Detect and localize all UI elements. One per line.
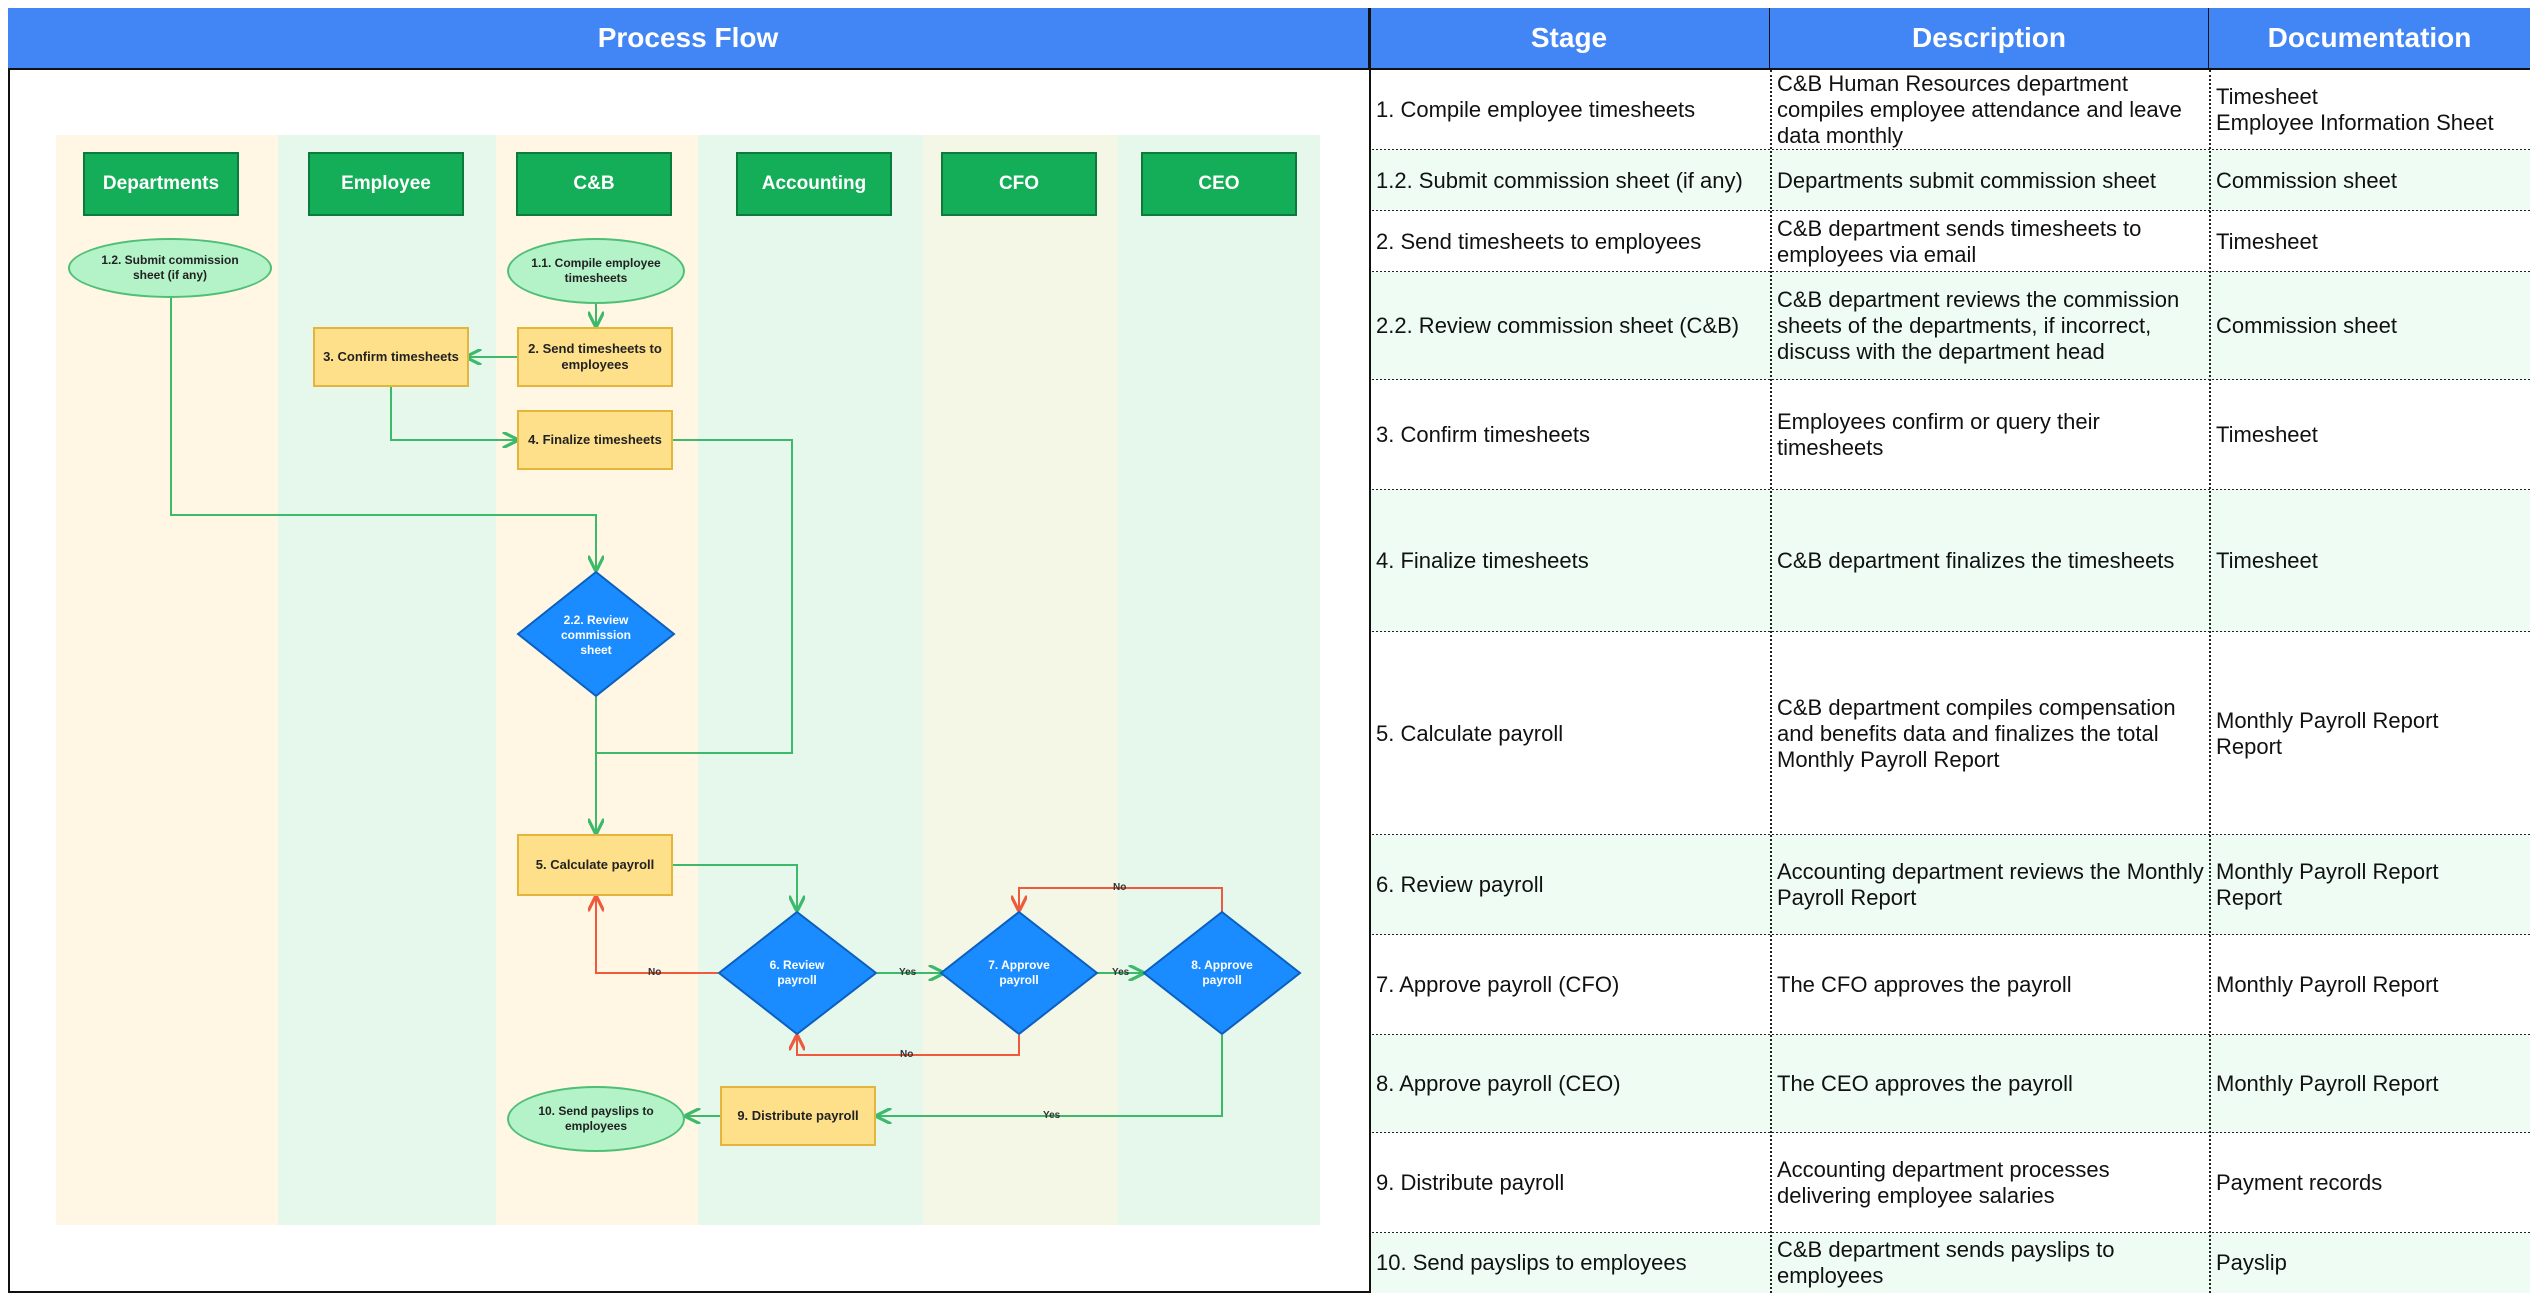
table-cell-stage: 2.2. Review commission sheet (C&B) [1376, 313, 1740, 338]
confirm-timesheets-process: 3. Confirm timesheets [313, 327, 469, 387]
table-cell-description: The CFO approves the payroll [1777, 972, 2072, 997]
table-cell-description: C&B department sends payslips to employe… [1777, 1237, 2115, 1288]
edge-label-no-review: No [648, 967, 662, 978]
table-cell-description: C&B department reviews the commission sh… [1777, 287, 2180, 364]
divider-flow-table [1369, 8, 1371, 1293]
table-cell-documentation: Monthly Payroll Report [2216, 972, 2439, 997]
edge-label-no-ceo: No [1113, 882, 1127, 893]
table-cell-description: Accounting department processes deliveri… [1777, 1157, 2110, 1208]
table-cell-documentation: Timesheet [2216, 548, 2318, 573]
table-cell-description: Departments submit commission sheet [1777, 167, 2157, 193]
table-cell-documentation: Commission sheet [2216, 313, 2397, 338]
review-commission-label: 2.2. Review commission sheet [560, 612, 632, 657]
table-cell-documentation: Monthly Payroll Report [2216, 1071, 2439, 1096]
finalize-timesheets-process: 4. Finalize timesheets [517, 410, 673, 470]
table-cell-stage: 1. Compile employee timesheets [1376, 97, 1696, 122]
table-cell-stage: 1.2. Submit commission sheet (if any) [1376, 167, 1743, 193]
approve-cfo-label: 7. Approve payroll [988, 958, 1050, 987]
table-cell-description: C&B Human Resources department compiles … [1777, 71, 2182, 148]
edge-label-yes-review: Yes [899, 967, 917, 978]
send-timesheets-process: 2. Send timesheets to employees [517, 327, 673, 387]
table-cell-description: The CEO approves the payroll [1777, 1071, 2073, 1096]
table-cell-stage: 6. Review payroll [1376, 872, 1544, 897]
table-cell-stage: 10. Send payslips to employees [1376, 1250, 1687, 1275]
edge-label-no-cfo: No [900, 1049, 914, 1060]
table-cell-description: C&B department sends timesheets to emplo… [1777, 215, 2142, 267]
table-cell-description: Accounting department reviews the Monthl… [1777, 859, 2204, 910]
edge-label-yes-ceo: Yes [1043, 1110, 1061, 1121]
table-cell-documentation: Timesheet Employee Information Sheet [2216, 84, 2494, 135]
table-cell-documentation: Timesheet [2216, 422, 2318, 447]
compile-timesheets-terminal: 1.1. Compile employee timesheets [507, 238, 685, 304]
table-cell-stage: 4. Finalize timesheets [1376, 548, 1589, 573]
approve-ceo-label: 8. Approve payroll [1191, 958, 1253, 987]
table-cell-documentation: Payslip [2216, 1250, 2287, 1275]
table-cell-stage: 9. Distribute payroll [1376, 1170, 1565, 1195]
edge-yes-ceo-to-distribute [877, 1035, 1223, 1116]
edge-no-review-to-calculate [596, 897, 718, 974]
distribute-payroll-process: 9. Distribute payroll [720, 1086, 876, 1146]
divider-desc-doc [2209, 70, 2211, 1293]
send-payslips-terminal: 10. Send payslips to employees [507, 1086, 685, 1152]
table-cell-documentation: Monthly Payroll Report Report [2216, 859, 2439, 910]
table-cell-description: C&B department finalizes the timesheets [1777, 548, 2175, 573]
table-cell-documentation: Payment records [2216, 1170, 2383, 1195]
edge-calculate-to-review-payroll [673, 864, 797, 910]
table-cell-documentation: Timesheet [2216, 228, 2318, 254]
table-cell-description: Employees confirm or query their timeshe… [1777, 409, 2100, 460]
table-cell-stage: 3. Confirm timesheets [1376, 422, 1590, 447]
submit-commission-terminal: 1.2. Submit commission sheet (if any) [68, 238, 272, 298]
table-cell-stage: 8. Approve payroll (CEO) [1376, 1071, 1621, 1096]
edge-confirm-to-finalize [390, 386, 517, 440]
edge-label-yes-cfo: Yes [1112, 967, 1130, 978]
table-cell-stage: 7. Approve payroll (CFO) [1376, 972, 1620, 997]
table-cell-documentation: Commission sheet [2216, 167, 2397, 193]
table-cell-description: C&B department compiles compensation and… [1777, 694, 2176, 772]
calculate-payroll-process: 5. Calculate payroll [517, 834, 673, 896]
table-cell-documentation: Monthly Payroll Report Report [2216, 707, 2439, 759]
table-cell-stage: 2. Send timesheets to employees [1376, 228, 1702, 254]
table-cell-stage: 5. Calculate payroll [1376, 720, 1564, 746]
review-payroll-label: 6. Review payroll [769, 958, 825, 987]
divider-stage-desc [1770, 70, 1772, 1293]
